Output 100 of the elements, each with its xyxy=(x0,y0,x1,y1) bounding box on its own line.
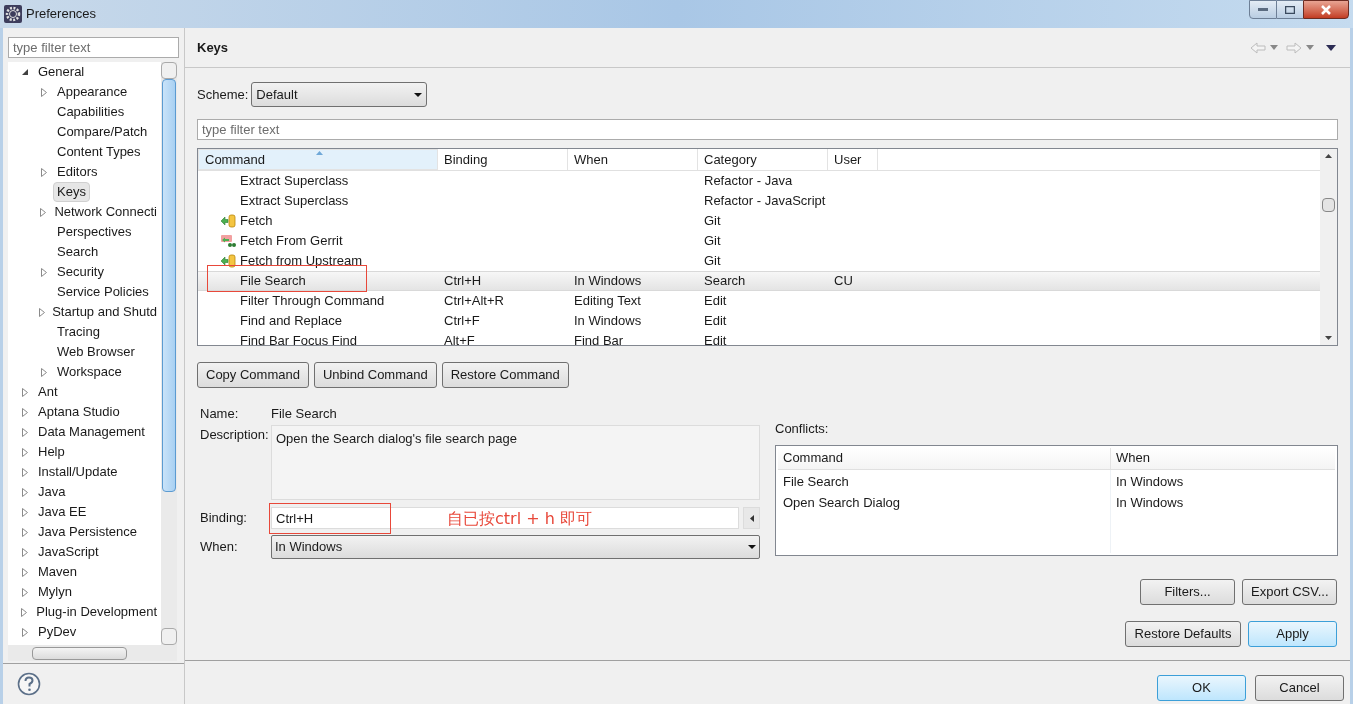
tree-item[interactable]: Security xyxy=(53,262,108,282)
apply-button[interactable]: Apply xyxy=(1248,621,1337,647)
command-button[interactable]: Unbind Command xyxy=(313,362,437,388)
when-dropdown[interactable]: In Windows xyxy=(271,535,760,559)
app-gear-icon xyxy=(4,5,22,23)
table-cell: CU xyxy=(834,273,853,289)
collapsed-arrow-icon[interactable] xyxy=(40,87,48,97)
tree-item[interactable]: Install/Update xyxy=(34,462,122,482)
table-cell: In Windows xyxy=(574,313,642,329)
tree-item[interactable]: Tracing xyxy=(53,322,104,342)
tree-item[interactable]: Plug-in Development xyxy=(32,602,161,622)
description-field[interactable]: Open the Search dialog's file search page xyxy=(271,425,760,500)
tree-item[interactable]: Search xyxy=(53,242,103,262)
tree-item[interactable]: Data Management xyxy=(34,422,149,442)
tree-horizontal-scrollbar[interactable] xyxy=(8,645,177,661)
dropdown-caret-icon[interactable] xyxy=(1306,45,1314,50)
dropdown-caret-icon xyxy=(748,545,756,549)
collapsed-arrow-icon[interactable] xyxy=(40,267,48,277)
table-row[interactable]: Fetch from Upstream Git xyxy=(198,251,1320,271)
tree-item[interactable]: Ant xyxy=(34,382,62,402)
side-button[interactable]: Filters... xyxy=(1140,579,1235,605)
tree-item[interactable]: JavaScript xyxy=(34,542,103,562)
tree-item[interactable]: Maven xyxy=(34,562,82,582)
side-button[interactable]: Export CSV... xyxy=(1242,579,1337,605)
table-cell: Git xyxy=(704,233,721,249)
conflicts-label: Conflicts: xyxy=(775,420,830,438)
dropdown-caret-icon[interactable] xyxy=(1270,45,1278,50)
collapsed-arrow-icon[interactable] xyxy=(38,207,47,217)
collapsed-arrow-icon[interactable] xyxy=(40,167,48,177)
tree-item[interactable]: Service Policies xyxy=(53,282,153,302)
table-cell: Edit xyxy=(704,313,727,329)
tree-item[interactable]: Keys xyxy=(53,182,90,202)
cancel-button[interactable]: Cancel xyxy=(1255,674,1344,701)
table-row[interactable]: Extract Superclass Refactor - JavaScript xyxy=(198,191,1320,211)
binding-label: Binding: xyxy=(199,509,248,528)
column-header[interactable]: Command xyxy=(778,447,1111,469)
table-cell: In Windows xyxy=(574,273,642,289)
tree-item[interactable]: Perspectives xyxy=(53,222,136,242)
sort-ascending-icon xyxy=(316,151,323,155)
tree-item[interactable]: PyDev xyxy=(34,622,81,642)
table-cell-text: Filter Through Command xyxy=(240,292,385,311)
tree-item[interactable]: Java EE xyxy=(34,502,91,522)
tree-item[interactable]: Web Browser xyxy=(53,342,139,362)
tree-item[interactable]: Startup and Shutd xyxy=(48,302,161,322)
expanded-arrow-icon[interactable] xyxy=(21,68,29,76)
tree-item[interactable]: Workspace xyxy=(53,362,126,382)
tree-item[interactable]: Network Connecti xyxy=(50,202,161,222)
tree-item[interactable]: Aptana Studio xyxy=(34,402,124,422)
page-title: Keys xyxy=(197,38,229,57)
binding-menu-button[interactable] xyxy=(743,507,760,529)
name-value: File Search xyxy=(271,405,337,424)
tree-item[interactable]: Editors xyxy=(53,162,102,182)
when-label: When: xyxy=(199,538,239,557)
restore-defaults-button[interactable]: Restore Defaults xyxy=(1125,621,1241,647)
tree-item[interactable]: Java Persistence xyxy=(34,522,141,542)
column-header[interactable]: Command xyxy=(198,149,438,170)
table-row[interactable]: File Search Ctrl+H In Windows Search CU xyxy=(198,271,1320,291)
table-row[interactable]: Find and Replace Ctrl+F In Windows Edit xyxy=(198,311,1320,331)
maximize-button[interactable] xyxy=(1277,0,1303,19)
help-icon[interactable] xyxy=(17,672,41,696)
collapsed-arrow-icon[interactable] xyxy=(37,307,46,317)
command-filter-field[interactable]: type filter text xyxy=(197,119,1338,140)
tree-item[interactable]: Mylyn xyxy=(34,582,76,602)
tree-item[interactable]: Capabilities xyxy=(53,102,129,122)
tree-item[interactable]: Compare/Patch xyxy=(53,122,152,142)
tree-item[interactable]: General xyxy=(34,62,89,82)
close-icon xyxy=(1320,4,1332,15)
table-scrollbar[interactable] xyxy=(1320,149,1337,345)
scroll-thumb[interactable] xyxy=(1322,198,1335,212)
description-label: Description: xyxy=(199,426,270,444)
scroll-down-icon[interactable] xyxy=(1325,336,1332,340)
minimize-button[interactable] xyxy=(1249,0,1277,19)
scroll-up-icon[interactable] xyxy=(1325,154,1332,158)
table-cell-text: Fetch From Gerrit xyxy=(240,232,343,251)
scheme-dropdown[interactable]: Default xyxy=(251,82,428,107)
close-button[interactable] xyxy=(1303,0,1349,19)
filter-field[interactable]: type filter text xyxy=(8,37,179,58)
table-row[interactable]: Fetch From Gerrit Git xyxy=(198,231,1320,251)
table-cell: Find Bar xyxy=(574,333,624,345)
column-header[interactable]: When xyxy=(1111,447,1335,469)
table-cell-text: Extract Superclass xyxy=(240,192,349,211)
tree-scrollbar[interactable] xyxy=(161,62,177,645)
view-menu-icon[interactable] xyxy=(1326,44,1336,51)
table-row[interactable]: Fetch Git xyxy=(198,211,1320,231)
table-cell: Git xyxy=(704,213,721,229)
table-row[interactable]: Extract Superclass Refactor - Java xyxy=(198,171,1320,191)
tree-item[interactable]: Appearance xyxy=(53,82,132,102)
ok-button[interactable]: OK xyxy=(1157,674,1246,701)
table-row[interactable]: Filter Through Command Ctrl+Alt+R Editing Text Edit xyxy=(198,291,1320,311)
table-cell-text: Fetch xyxy=(240,212,273,231)
command-button[interactable]: Restore Command xyxy=(441,362,569,388)
tree-item[interactable]: Content Types xyxy=(53,142,145,162)
table-row[interactable]: Find Bar Focus Find Alt+F Find Bar Edit xyxy=(198,331,1320,345)
command-button[interactable]: Copy Command xyxy=(197,362,309,388)
collapsed-arrow-icon[interactable] xyxy=(40,367,48,377)
fetch-icon xyxy=(220,214,236,228)
table-cell: Editing Text xyxy=(574,293,641,309)
tree-item[interactable]: Help xyxy=(34,442,69,462)
tree-item[interactable]: Java xyxy=(34,482,70,502)
fetch-icon xyxy=(220,254,236,268)
